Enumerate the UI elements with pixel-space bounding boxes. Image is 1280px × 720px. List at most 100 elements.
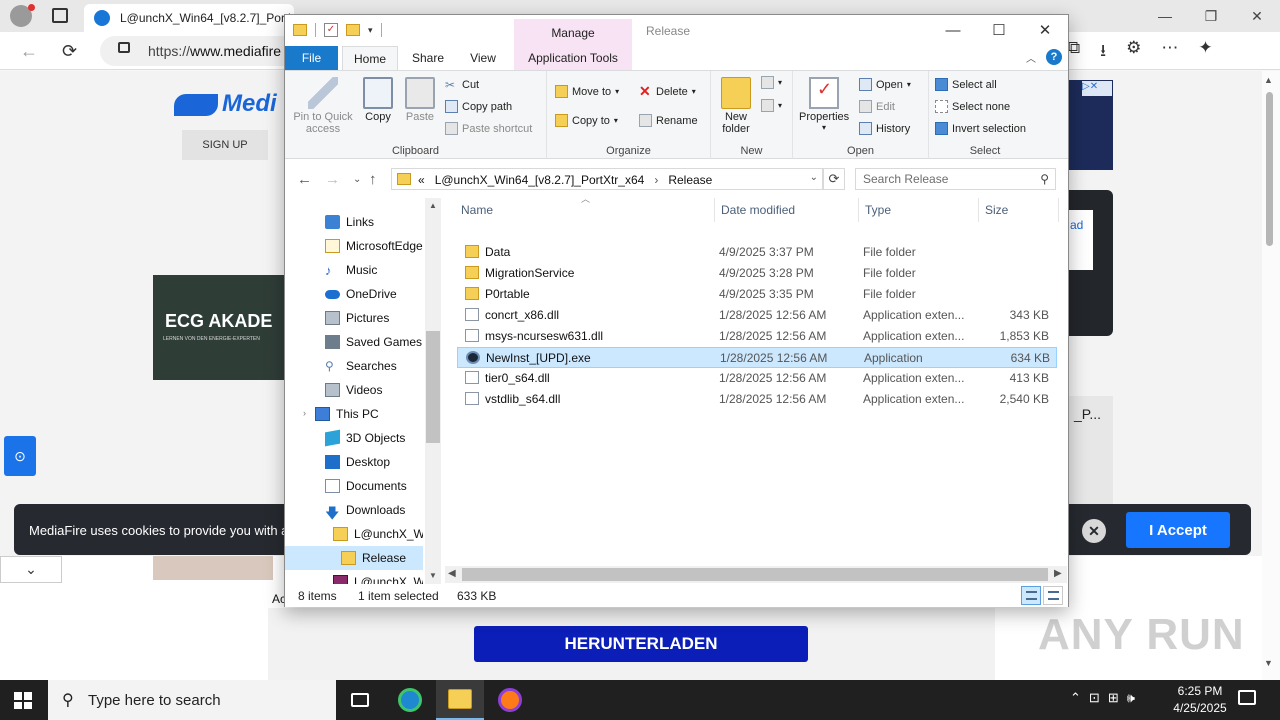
notifications-icon[interactable] [1238,690,1256,705]
scroll-down-icon[interactable]: ▼ [429,571,437,580]
tab-actions-icon[interactable] [52,8,68,23]
show-hidden-icons-icon[interactable]: ⌃ [1070,690,1081,706]
properties-qat-icon[interactable]: ✓ [324,23,338,37]
battery-icon[interactable]: ⊡ [1089,690,1100,706]
file-row[interactable]: tier0_s64.dll 1/28/2025 12:56 AM Applicati… [457,368,1057,389]
side-action-button[interactable]: ⊙ [4,436,36,476]
nav-item[interactable]: Links [285,210,423,234]
column-header-name[interactable]: Name [455,198,715,222]
scroll-left-icon[interactable]: ◀ [448,568,456,579]
nav-item[interactable]: MicrosoftEdge [285,234,423,258]
new-folder-button[interactable]: New folder [713,77,759,135]
taskbar-explorer-button[interactable] [436,680,484,720]
minimize-button[interactable]: — [930,15,976,45]
taskbar-firefox-button[interactable] [486,680,534,720]
file-row[interactable]: MigrationService 4/9/2025 3:28 PM File fol… [457,263,1057,284]
scroll-up-icon[interactable]: ▲ [429,201,437,210]
nav-item[interactable]: Saved Games [285,330,423,354]
large-icons-view-button[interactable] [1043,586,1063,605]
new-item-button[interactable]: ▾ [761,76,782,89]
up-arrow-icon[interactable]: ↑ [369,171,377,188]
rename-button[interactable]: Rename [639,114,698,127]
select-all-button[interactable]: Select all [935,78,997,91]
ad-banner[interactable]: ECG AKADE [153,275,285,380]
move-to-button[interactable]: Move to ▾ [555,85,619,98]
collapse-ribbon-icon[interactable]: ︿ [1026,50,1036,65]
copilot-icon[interactable]: ✦ [1198,38,1212,67]
qat-dropdown-icon[interactable]: ▾ [368,25,373,36]
nav-item[interactable]: 3D Objects [285,426,423,450]
breadcrumb-segment[interactable]: Release [668,173,712,187]
back-icon[interactable]: ← [20,41,38,62]
breadcrumb-segment[interactable]: L@unchX_Win64_[v8.2.7]_PortXtr_x64 [435,173,645,187]
downloads-icon[interactable]: ⭳ [1100,38,1106,67]
tab-share[interactable]: Share [403,46,453,70]
close-button[interactable]: ✕ [1022,15,1068,45]
url-text[interactable]: https://www.mediafire [148,43,281,59]
breadcrumb-chevron-icon[interactable]: › [654,173,658,187]
nav-item[interactable]: L@unchX_Wi [285,522,423,546]
signup-button[interactable]: SIGN UP [182,130,268,160]
download-button[interactable]: HERUNTERLADEN [474,626,808,662]
nav-item[interactable]: Desktop [285,450,423,474]
address-bar[interactable]: « L@unchX_Win64_[v8.2.7]_PortXtr_x64 › R… [391,168,823,190]
extensions-icon[interactable]: ⚙ [1126,38,1141,67]
restore-button[interactable]: ❐ [1188,0,1234,32]
nav-item[interactable]: OneDrive [285,282,423,306]
recent-locations-chevron-icon[interactable]: ⌄ [353,174,361,185]
column-header-size[interactable]: Size [979,198,1059,222]
easy-access-button[interactable]: ▾ [761,99,782,112]
nav-item[interactable]: L@unchX_Wi [285,570,423,584]
file-row[interactable]: concrt_x86.dll 1/28/2025 12:56 AM Applicat… [457,305,1057,326]
windows-start-icon[interactable] [14,692,32,709]
nav-item[interactable]: Pictures [285,306,423,330]
browser-tab[interactable]: L@unchX_Win64_[v8.2.7]_PortXt [84,4,294,32]
nav-item[interactable]: ♪ Music [285,258,423,282]
collections-icon[interactable]: ⧉ [1068,38,1080,67]
nav-item[interactable]: Release [285,546,423,570]
ad-close-icon[interactable]: ▷✕ [1082,81,1112,96]
file-row[interactable]: Data 4/9/2025 3:37 PM File folder [457,242,1057,263]
history-button[interactable]: History [859,122,910,135]
open-button[interactable]: Open ▾ [859,78,911,91]
file-row[interactable]: vstdlib_s64.dll 1/28/2025 12:56 AM Applica… [457,389,1057,410]
expand-chevron-icon[interactable]: › [303,408,306,418]
select-none-button[interactable]: Select none [935,100,1010,113]
right-panel-button[interactable]: ad [1068,210,1093,270]
tab-view[interactable]: View [458,46,508,70]
nav-item[interactable]: ⚲ Searches [285,354,423,378]
nav-item[interactable]: 🡇 Downloads [285,498,423,522]
file-row[interactable]: msys-ncursesw631.dll 1/28/2025 12:56 AM Ap… [457,326,1057,347]
copy-path-button[interactable]: Copy path [445,100,512,113]
file-row[interactable]: P0rtable 4/9/2025 3:35 PM File folder [457,284,1057,305]
close-button[interactable]: ✕ [1234,0,1280,32]
breadcrumb-overflow[interactable]: « [418,173,425,187]
column-header-type[interactable]: Type [859,198,979,222]
maximize-button[interactable]: ☐ [976,15,1022,45]
scroll-right-icon[interactable]: ▶ [1054,568,1062,579]
refresh-button[interactable]: ⟳ [823,168,845,190]
taskbar-search-placeholder[interactable]: Type here to search [88,692,221,709]
network-icon[interactable]: ⊞ [1108,690,1119,706]
tab-application-tools[interactable]: Application Tools [514,46,632,70]
copy-to-button[interactable]: Copy to ▾ [555,114,618,127]
scroll-up-icon[interactable]: ▲ [1264,75,1273,85]
paste-button[interactable]: Paste [397,77,443,123]
pin-to-quick-access-button[interactable]: Pin to Quick access [289,77,357,135]
invert-selection-button[interactable]: Invert selection [935,122,1026,135]
cookie-close-icon[interactable]: ✕ [1082,519,1106,543]
refresh-icon[interactable]: ⟳ [62,41,77,62]
tab-file[interactable]: File [285,46,338,70]
cut-button[interactable]: ✂ Cut [445,78,479,92]
copy-button[interactable]: Copy [355,77,401,123]
search-input[interactable] [857,170,1027,188]
edit-button[interactable]: Edit [859,100,895,113]
search-box[interactable]: ⚲ [855,168,1056,190]
more-menu-icon[interactable]: ⋯ [1161,38,1178,67]
task-view-button[interactable] [336,680,384,720]
properties-button[interactable]: Properties ▾ [799,77,849,132]
back-arrow-icon[interactable]: ← [297,171,312,188]
nav-item[interactable]: Videos [285,378,423,402]
details-view-button[interactable] [1021,586,1041,605]
mediafire-logo-text[interactable]: Medi [222,90,277,118]
